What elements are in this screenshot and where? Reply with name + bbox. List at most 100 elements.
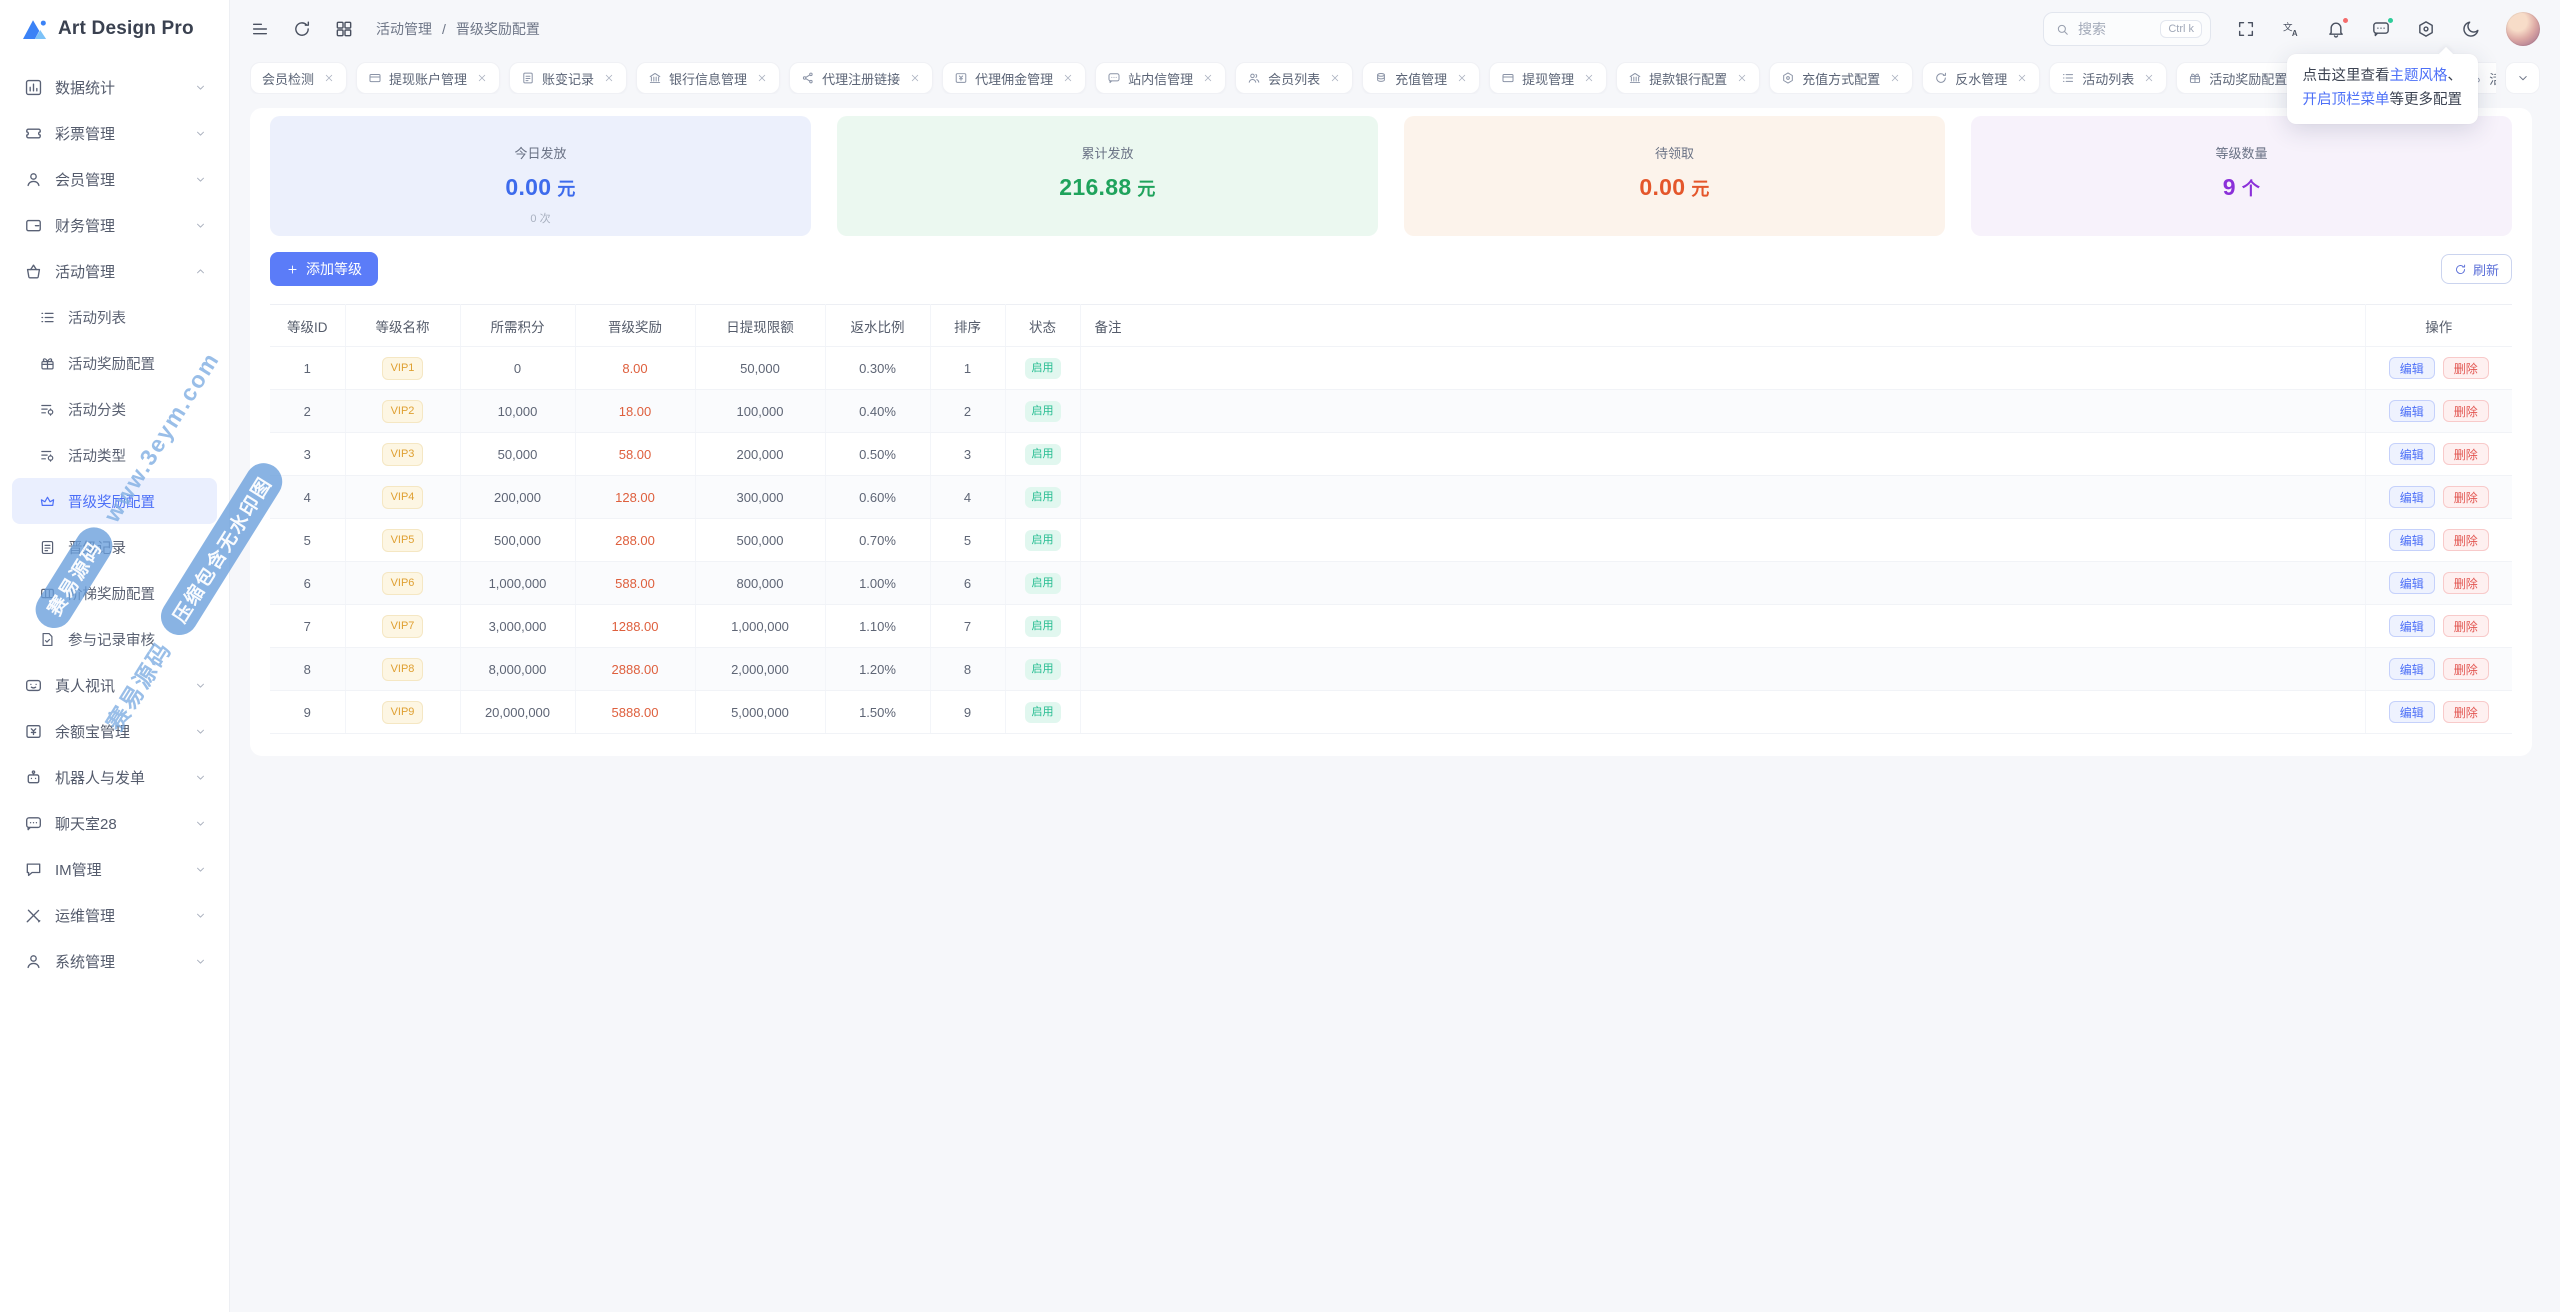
tab-提现管理[interactable]: 提现管理: [1489, 62, 1608, 94]
sidebar-item-聊天室28[interactable]: 聊天室28: [12, 800, 217, 846]
app-logo[interactable]: Art Design Pro: [0, 0, 229, 58]
delete-button[interactable]: 删除: [2442, 400, 2489, 422]
sidebar-menu: 数据统计 彩票管理 会员管理 财务管理 活动管理 活动列表 活动奖励配置 活动分类 活动类型 晋级…: [0, 58, 229, 1004]
edit-button[interactable]: 编辑: [2388, 400, 2435, 422]
sidebar-item-余额宝管理[interactable]: 余额宝管理: [12, 708, 217, 754]
dark-mode-moon-icon[interactable]: [2461, 19, 2481, 39]
close-icon[interactable]: [323, 72, 335, 84]
close-icon[interactable]: [2016, 72, 2028, 84]
fullscreen-icon[interactable]: [2236, 19, 2256, 39]
sidebar-item-彩票管理[interactable]: 彩票管理: [12, 110, 217, 156]
tab-代理佣金管理[interactable]: 代理佣金管理: [942, 62, 1087, 94]
money-icon: [26, 724, 41, 738]
delete-button[interactable]: 删除: [2442, 486, 2489, 508]
cell-status: 启用: [1005, 604, 1081, 648]
apps-grid-icon[interactable]: [334, 19, 354, 39]
tab-会员列表[interactable]: 会员列表: [1235, 62, 1354, 94]
edit-button[interactable]: 编辑: [2388, 529, 2435, 551]
delete-button[interactable]: 删除: [2442, 701, 2489, 723]
edit-button[interactable]: 编辑: [2388, 357, 2435, 379]
basket-icon: [26, 263, 41, 279]
chevron-down-icon: [197, 959, 204, 964]
close-icon[interactable]: [756, 72, 768, 84]
edit-button[interactable]: 编辑: [2388, 701, 2435, 723]
sidebar-item-系统管理[interactable]: 系统管理: [12, 938, 217, 984]
add-level-button[interactable]: 添加等级: [270, 252, 378, 286]
collapse-menu-icon[interactable]: [250, 19, 270, 39]
tab-提款银行配置[interactable]: 提款银行配置: [1616, 62, 1761, 94]
close-icon[interactable]: [1889, 72, 1901, 84]
close-icon[interactable]: [1583, 72, 1595, 84]
tab-活动列表[interactable]: 活动列表: [2049, 62, 2168, 94]
tab-账变记录[interactable]: 账变记录: [509, 62, 628, 94]
refresh-button[interactable]: 刷新: [2440, 254, 2512, 284]
edit-button[interactable]: 编辑: [2388, 615, 2435, 637]
settings-gear-icon[interactable]: [2416, 19, 2436, 39]
tabs-more-button[interactable]: [2505, 62, 2540, 94]
gift-icon: [2190, 73, 2201, 83]
user-avatar[interactable]: [2506, 12, 2540, 46]
tab-label: 会员检测: [262, 71, 315, 87]
translate-icon[interactable]: 文A: [2281, 19, 2301, 39]
edit-button[interactable]: 编辑: [2388, 443, 2435, 465]
tab-充值管理[interactable]: 充值管理: [1362, 62, 1481, 94]
sidebar-item-活动管理[interactable]: 活动管理: [12, 248, 217, 294]
tab-充值方式配置[interactable]: 充值方式配置: [1769, 62, 1914, 94]
search-shortcut: Ctrl k: [2160, 20, 2202, 38]
delete-button[interactable]: 删除: [2442, 615, 2489, 637]
sidebar-item-活动奖励配置[interactable]: 活动奖励配置: [12, 340, 217, 386]
edit-button[interactable]: 编辑: [2388, 486, 2435, 508]
tab-提现账户管理[interactable]: 提现账户管理: [356, 62, 501, 94]
close-icon[interactable]: [476, 72, 488, 84]
delete-button[interactable]: 删除: [2442, 529, 2489, 551]
tab-代理注册链接[interactable]: 代理注册链接: [789, 62, 934, 94]
sidebar-item-晋级奖励配置[interactable]: 晋级奖励配置: [12, 478, 217, 524]
table-row-VIP2: 2 VIP2 10,000 18.00 100,000 0.40% 2 启用 编辑 删除: [270, 389, 2512, 433]
sidebar-item-会员管理[interactable]: 会员管理: [12, 156, 217, 202]
notifications-button[interactable]: [2326, 17, 2349, 39]
sidebar-item-参与记录审核[interactable]: 参与记录审核: [12, 616, 217, 662]
close-icon[interactable]: [1736, 72, 1748, 84]
close-icon[interactable]: [1202, 72, 1214, 84]
sidebar-item-晋级记录[interactable]: 晋级记录: [12, 524, 217, 570]
sidebar-item-机器人与发单[interactable]: 机器人与发单: [12, 754, 217, 800]
edit-button[interactable]: 编辑: [2388, 572, 2435, 594]
delete-button[interactable]: 删除: [2442, 572, 2489, 594]
reload-icon[interactable]: [292, 19, 312, 39]
sidebar-item-活动列表[interactable]: 活动列表: [12, 294, 217, 340]
cell-sort: 1: [930, 346, 1006, 390]
close-icon[interactable]: [2143, 72, 2155, 84]
cell-actions: 编辑 删除: [2365, 346, 2512, 390]
sidebar-item-运维管理[interactable]: 运维管理: [12, 892, 217, 938]
tab-反水管理[interactable]: 反水管理: [1922, 62, 2041, 94]
sidebar-item-活动类型[interactable]: 活动类型: [12, 432, 217, 478]
sidebar-item-活动分类[interactable]: 活动分类: [12, 386, 217, 432]
close-icon[interactable]: [1456, 72, 1468, 84]
tab-会员检测[interactable]: 会员检测: [250, 62, 348, 94]
search-input[interactable]: 搜索 Ctrl k: [2043, 12, 2211, 46]
close-icon[interactable]: [1329, 72, 1341, 84]
edit-button[interactable]: 编辑: [2388, 658, 2435, 680]
sidebar-item-数据统计[interactable]: 数据统计: [12, 64, 217, 110]
close-icon[interactable]: [1062, 72, 1074, 84]
delete-button[interactable]: 删除: [2442, 658, 2489, 680]
sidebar-item-IM管理[interactable]: IM管理: [12, 846, 217, 892]
messages-button[interactable]: [2371, 17, 2394, 39]
sidebar-item-真人视讯[interactable]: 真人视讯: [12, 662, 217, 708]
cell-actions: 编辑 删除: [2365, 518, 2512, 562]
vip-badge: VIP7: [381, 614, 424, 638]
theme-style-link[interactable]: 主题风格: [2390, 68, 2448, 84]
vip-badge: VIP2: [381, 399, 424, 423]
add-level-label: 添加等级: [306, 261, 362, 277]
topbar-menu-link[interactable]: 开启顶栏菜单: [2303, 92, 2390, 108]
delete-button[interactable]: 删除: [2442, 357, 2489, 379]
sidebar-item-财务管理[interactable]: 财务管理: [12, 202, 217, 248]
breadcrumb-parent[interactable]: 活动管理: [376, 19, 432, 39]
tab-银行信息管理[interactable]: 银行信息管理: [636, 62, 781, 94]
delete-button[interactable]: 删除: [2442, 443, 2489, 465]
breadcrumb-separator: /: [442, 21, 446, 37]
close-icon[interactable]: [909, 72, 921, 84]
close-icon[interactable]: [603, 72, 615, 84]
tab-站内信管理[interactable]: 站内信管理: [1095, 62, 1227, 94]
sidebar-item-阶梯奖励配置[interactable]: 阶梯奖励配置: [12, 570, 217, 616]
